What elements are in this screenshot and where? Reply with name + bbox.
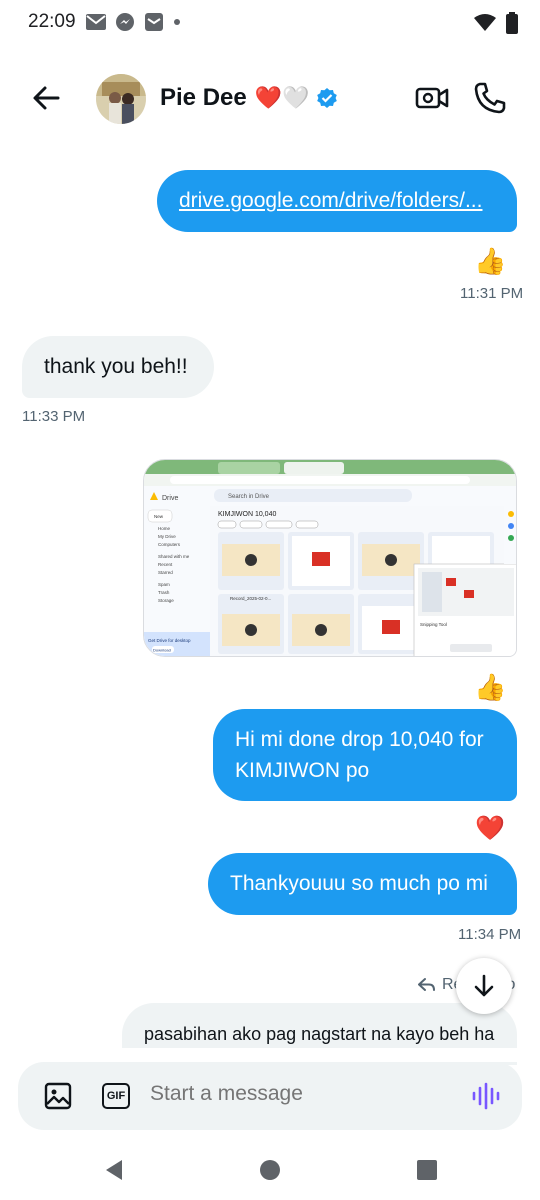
reply-arrow-icon bbox=[418, 978, 435, 991]
scroll-to-bottom-button[interactable] bbox=[456, 958, 512, 1014]
svg-text:Home: Home bbox=[158, 526, 171, 531]
nav-home-icon[interactable] bbox=[259, 1159, 281, 1181]
video-camera-icon bbox=[415, 87, 449, 109]
reaction-thumbs-up[interactable]: 👍 bbox=[474, 672, 506, 702]
svg-text:Recent: Recent bbox=[158, 562, 173, 567]
message-composer: GIF bbox=[18, 1062, 522, 1130]
status-time: 22:09 bbox=[28, 11, 76, 32]
contact-name[interactable]: Pie Dee ❤️🤍 bbox=[160, 84, 338, 112]
reaction-thumbs-up[interactable]: 👍 bbox=[474, 246, 506, 276]
message-timestamp: 11:31 PM bbox=[460, 285, 524, 302]
avatar[interactable] bbox=[96, 74, 146, 124]
dot-icon bbox=[174, 19, 180, 25]
name-emoji: ❤️🤍 bbox=[254, 85, 310, 110]
svg-text:New: New bbox=[154, 514, 164, 519]
reaction-heart[interactable]: ❤️ bbox=[475, 814, 505, 844]
message-bubble-incoming[interactable]: thank you beh!! bbox=[22, 336, 214, 398]
messenger-icon bbox=[116, 13, 134, 31]
svg-text:Drive: Drive bbox=[162, 495, 178, 502]
video-call-button[interactable] bbox=[414, 80, 450, 116]
svg-text:Computers: Computers bbox=[158, 542, 181, 547]
message-text: pasabihan ako pag nagstart na kayo beh h… bbox=[144, 1024, 495, 1044]
gif-button[interactable]: GIF bbox=[102, 1083, 130, 1109]
arrow-down-icon bbox=[474, 974, 494, 997]
svg-text:Search in Drive: Search in Drive bbox=[228, 494, 270, 500]
message-bubble-outgoing[interactable]: Hi mi done drop 10,040 for KIMJIWON po bbox=[213, 709, 517, 801]
system-navigation-bar bbox=[0, 1140, 540, 1200]
svg-text:My Drive: My Drive bbox=[158, 534, 176, 539]
composer-divider bbox=[0, 1048, 540, 1062]
voice-message-button[interactable] bbox=[470, 1082, 500, 1110]
svg-text:Download: Download bbox=[153, 648, 171, 653]
svg-text:KIMJIWON 10,040: KIMJIWON 10,040 bbox=[218, 511, 276, 518]
gif-label: GIF bbox=[106, 1090, 126, 1102]
svg-text:Record_2025-02-0...: Record_2025-02-0... bbox=[230, 596, 271, 601]
battery-icon bbox=[506, 12, 518, 34]
back-button[interactable] bbox=[28, 80, 64, 116]
svg-text:Starred: Starred bbox=[158, 570, 173, 575]
message-bubble-outgoing[interactable]: drive.google.com/drive/folders/... bbox=[157, 170, 517, 232]
avatar-image bbox=[96, 74, 146, 124]
svg-text:Snipping Tool: Snipping Tool bbox=[420, 622, 447, 627]
arrow-left-icon bbox=[33, 86, 60, 110]
message-text: Hi mi done drop 10,040 for KIMJIWON po bbox=[235, 728, 484, 782]
wifi-icon bbox=[474, 14, 496, 31]
status-bar: 22:09 bbox=[0, 0, 540, 46]
message-timestamp: 11:34 PM bbox=[458, 926, 522, 943]
gmail-icon bbox=[86, 14, 106, 30]
phone-icon bbox=[474, 82, 506, 114]
nav-recents-icon[interactable] bbox=[416, 1159, 438, 1181]
svg-text:Shared with me: Shared with me bbox=[158, 554, 190, 559]
svg-text:Get Drive for desktop: Get Drive for desktop bbox=[148, 638, 191, 643]
attached-screenshot-image[interactable]: Drive Search in Drive New Home My Drive … bbox=[143, 459, 517, 657]
message-timestamp: 11:33 PM bbox=[22, 408, 86, 425]
svg-text:Trash: Trash bbox=[158, 590, 170, 595]
verified-badge-icon bbox=[316, 88, 337, 108]
message-text: Thankyouuu so much po mi bbox=[230, 872, 488, 895]
conversation-header: Pie Dee ❤️🤍 bbox=[0, 62, 540, 134]
media-button[interactable] bbox=[44, 1082, 72, 1110]
drive-screenshot: Drive Search in Drive New Home My Drive … bbox=[144, 460, 516, 656]
drive-link[interactable]: drive.google.com/drive/folders/... bbox=[179, 189, 482, 212]
contact-name-text: Pie Dee bbox=[160, 84, 247, 111]
svg-text:Spam: Spam bbox=[158, 582, 170, 587]
message-bubble-outgoing[interactable]: Thankyouuu so much po mi bbox=[208, 853, 517, 915]
message-text: thank you beh!! bbox=[44, 355, 188, 378]
nav-back-icon[interactable] bbox=[102, 1158, 126, 1182]
mail-icon bbox=[145, 13, 163, 31]
svg-text:Storage: Storage bbox=[158, 598, 174, 603]
system-icons bbox=[474, 12, 518, 34]
message-input[interactable] bbox=[150, 1082, 450, 1106]
phone-call-button[interactable] bbox=[472, 80, 508, 116]
voice-waveform-icon bbox=[472, 1082, 500, 1110]
notification-icons bbox=[86, 12, 181, 32]
image-icon bbox=[44, 1082, 72, 1110]
